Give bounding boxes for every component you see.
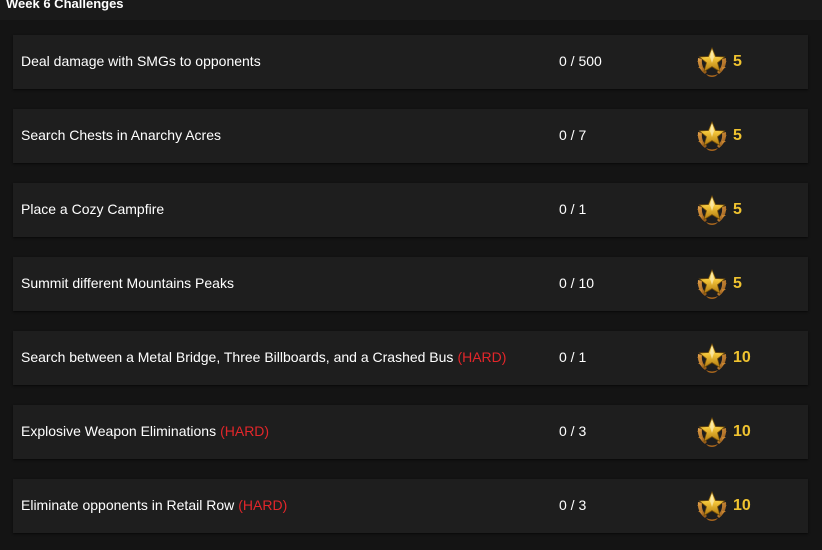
challenge-row[interactable]: Summit different Mountains Peaks 0 / 10 … bbox=[13, 257, 808, 311]
battle-star-icon bbox=[696, 343, 728, 374]
star-count: 5 bbox=[733, 275, 742, 292]
star-count: 10 bbox=[733, 423, 751, 440]
hard-tag: (HARD) bbox=[457, 349, 507, 365]
challenges-page: Week 6 Challenges Deal damage with SMGs … bbox=[0, 0, 822, 550]
challenge-progress: 0 / 500 bbox=[559, 53, 602, 69]
challenge-row[interactable]: Deal damage with SMGs to opponents 0 / 5… bbox=[13, 35, 808, 89]
challenge-progress: 0 / 3 bbox=[559, 497, 587, 513]
hard-tag: (HARD) bbox=[220, 423, 270, 439]
battle-star-icon bbox=[696, 47, 728, 78]
challenge-reward: 5 bbox=[694, 45, 742, 79]
star-count: 10 bbox=[733, 497, 751, 514]
challenge-name: Place a Cozy Campfire bbox=[21, 183, 164, 237]
battle-star-icon bbox=[696, 121, 728, 152]
challenge-progress: 0 / 1 bbox=[559, 349, 587, 365]
challenge-reward: 5 bbox=[694, 193, 742, 227]
challenge-row[interactable]: Eliminate opponents in Retail Row (HARD) … bbox=[13, 479, 808, 533]
challenge-name-text: Search Chests in Anarchy Acres bbox=[21, 127, 221, 143]
challenge-progress: 0 / 10 bbox=[559, 275, 595, 291]
battle-star-icon bbox=[696, 269, 728, 300]
challenge-name-text: Eliminate opponents in Retail Row bbox=[21, 497, 235, 513]
challenge-name-text: Search between a Metal Bridge, Three Bil… bbox=[21, 349, 454, 365]
challenge-progress: 0 / 1 bbox=[559, 201, 587, 217]
page-title: Week 6 Challenges bbox=[6, 0, 124, 11]
star-count: 5 bbox=[733, 201, 742, 218]
challenge-list: Deal damage with SMGs to opponents 0 / 5… bbox=[13, 35, 808, 550]
challenge-reward: 5 bbox=[694, 119, 742, 153]
hard-tag: (HARD) bbox=[238, 497, 288, 513]
challenge-name: Explosive Weapon Eliminations (HARD) bbox=[21, 405, 269, 459]
challenge-reward: 10 bbox=[694, 341, 751, 375]
challenge-reward: 10 bbox=[694, 489, 751, 523]
star-count: 10 bbox=[733, 349, 751, 366]
challenge-reward: 5 bbox=[694, 267, 742, 301]
challenge-row[interactable]: Explosive Weapon Eliminations (HARD) 0 / … bbox=[13, 405, 808, 459]
challenge-name: Search Chests in Anarchy Acres bbox=[21, 109, 221, 163]
challenge-progress: 0 / 3 bbox=[559, 423, 587, 439]
challenge-name-text: Deal damage with SMGs to opponents bbox=[21, 53, 261, 69]
challenge-name: Summit different Mountains Peaks bbox=[21, 257, 234, 311]
challenge-name: Deal damage with SMGs to opponents bbox=[21, 35, 261, 89]
challenge-name-text: Explosive Weapon Eliminations bbox=[21, 423, 217, 439]
challenge-name-text: Summit different Mountains Peaks bbox=[21, 275, 234, 291]
challenge-progress: 0 / 7 bbox=[559, 127, 587, 143]
star-count: 5 bbox=[733, 53, 742, 70]
header-bar: Week 6 Challenges bbox=[0, 0, 822, 20]
challenge-name: Eliminate opponents in Retail Row (HARD) bbox=[21, 479, 287, 533]
star-count: 5 bbox=[733, 127, 742, 144]
challenge-name: Search between a Metal Bridge, Three Bil… bbox=[21, 331, 506, 385]
battle-star-icon bbox=[696, 417, 728, 448]
challenge-reward: 10 bbox=[694, 415, 751, 449]
battle-star-icon bbox=[696, 491, 728, 522]
challenge-row[interactable]: Place a Cozy Campfire 0 / 1 5 bbox=[13, 183, 808, 237]
challenge-name-text: Place a Cozy Campfire bbox=[21, 201, 165, 217]
challenge-row[interactable]: Search between a Metal Bridge, Three Bil… bbox=[13, 331, 808, 385]
battle-star-icon bbox=[696, 195, 728, 226]
challenge-row[interactable]: Search Chests in Anarchy Acres 0 / 7 5 bbox=[13, 109, 808, 163]
